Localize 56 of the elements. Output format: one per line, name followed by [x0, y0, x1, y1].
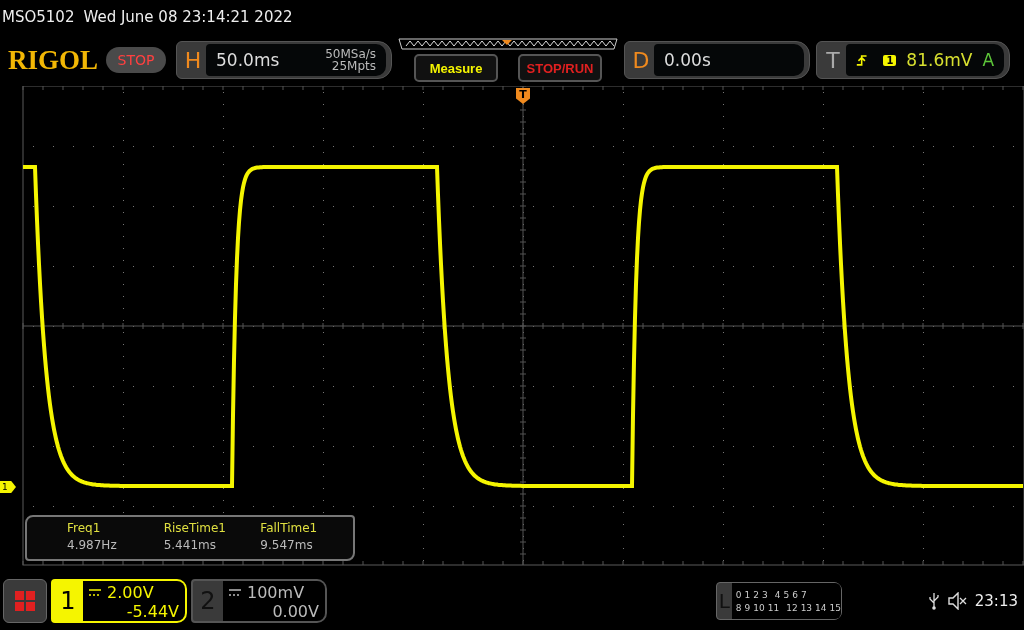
trigger-source-badge: 1 — [883, 54, 897, 66]
digital-channel-number: 7 — [800, 589, 807, 600]
measurement-value: 5.441ms — [163, 538, 217, 552]
sweep-mode: A — [982, 50, 995, 70]
channel-offset: 0.00V — [272, 602, 319, 621]
digital-channel-number: 4 — [774, 589, 781, 600]
delay-panel[interactable]: D 0.00s — [624, 41, 811, 79]
dc-coupling-icon — [229, 588, 241, 597]
measurement-name: FallTime1 — [260, 521, 319, 535]
measurement-name: RiseTime1 — [163, 521, 227, 535]
channel-number: 1 — [59, 586, 77, 617]
channel-scale: 2.00V — [107, 583, 154, 602]
digital-channel-number: 9 — [744, 602, 751, 613]
measurement-name: Freq1 — [67, 521, 102, 535]
trigger-panel[interactable]: T 1 81.6mV A — [816, 41, 1011, 79]
trigger-label: T — [825, 47, 841, 73]
digital-channel-number: 10 — [753, 602, 765, 613]
digital-channel-number: 15 — [829, 602, 841, 613]
measurement-value: 9.547ms — [260, 538, 314, 552]
trigger-position-marker[interactable]: T — [516, 88, 530, 104]
digital-channel-number: 6 — [792, 589, 798, 600]
dc-coupling-icon — [89, 588, 101, 597]
timebase: 50.0ms — [216, 50, 280, 70]
channel-offset-marker[interactable]: 1 — [0, 481, 16, 493]
delay-value: 0.00s — [664, 50, 711, 70]
clock: 23:13 — [974, 592, 1018, 610]
channel-offset: -5.44V — [126, 602, 179, 621]
digital-channel-number: 0 — [735, 589, 742, 600]
trigger-level: 81.6mV — [906, 50, 973, 70]
date-time: Wed June 08 23:14:21 2022 — [83, 8, 293, 26]
digital-channel-number: 3 — [762, 589, 768, 600]
run-state: STOP — [106, 47, 167, 73]
digital-channel-number: 1 — [744, 589, 751, 600]
digital-channel-number: 5 — [783, 589, 790, 600]
rising-edge-icon — [856, 53, 868, 67]
measurement-value: 4.987Hz — [67, 538, 118, 552]
digital-channel-number: 8 — [735, 602, 742, 613]
digital-channel-number: 13 — [800, 602, 813, 613]
rigol-logo: RIGOL — [8, 44, 99, 76]
mute-icon[interactable] — [946, 592, 967, 610]
memory-depth: 25Mpts — [331, 60, 377, 72]
grid-icon — [14, 590, 36, 612]
horizontal-panel[interactable]: H 50.0ms 50MSa/s 25Mpts — [176, 41, 393, 79]
stop-run-button[interactable]: STOP/RUN — [518, 54, 603, 82]
channel-button[interactable]: 1 2.00V -5.44V — [51, 579, 187, 623]
sample-rate: 50MSa/s — [325, 48, 377, 60]
measure-button[interactable]: Measure — [414, 54, 499, 82]
digital-channel-number: 12 — [786, 602, 798, 613]
usb-icon[interactable] — [928, 592, 939, 610]
digital-channel-number: 11 — [767, 602, 780, 613]
digital-channel-number: 2 — [753, 589, 759, 600]
channel-scale: 100mV — [247, 583, 305, 602]
delay-label: D — [631, 47, 651, 73]
model-name: MSO5102 — [2, 8, 75, 26]
horizontal-label: H — [183, 47, 203, 73]
digital-channel-number: 14 — [815, 602, 827, 613]
